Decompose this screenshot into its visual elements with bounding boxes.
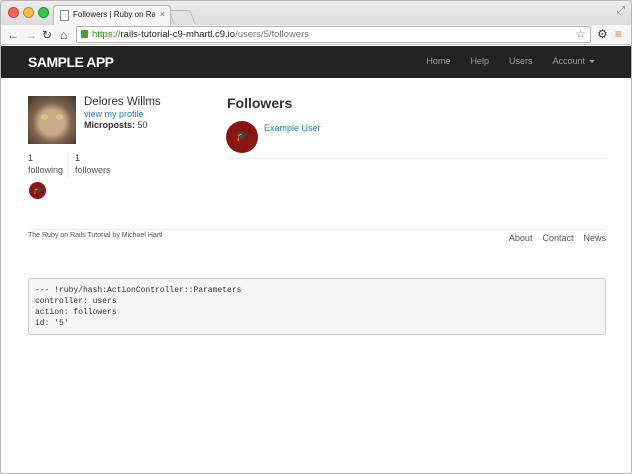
url-path: /users/5/followers [235,29,309,40]
brand-logo[interactable]: SAMPLE APP [28,54,114,70]
browser-window: Followers | Ruby on Rails T × ⤢ ← → ↻ ⌂ … [0,0,632,474]
minimize-window-button[interactable] [23,7,34,18]
divider [227,158,606,159]
new-tab-button[interactable] [168,10,196,24]
fullscreen-icon[interactable]: ⤢ [617,5,625,16]
back-icon[interactable]: ← [7,27,19,43]
maximize-window-button[interactable] [38,7,49,18]
nav-account[interactable]: Account [552,56,595,66]
avatar-eye [41,114,48,120]
avatar-eye [56,114,63,120]
follower-user-link[interactable]: Example User [264,123,321,133]
graduation-cap-icon: 🎓 [33,187,42,194]
microposts-count: Microposts: 50 [84,120,148,130]
url-scheme: https:// [92,29,121,40]
caret-down-icon [589,60,595,64]
gear-icon[interactable]: ⚙ [597,27,608,41]
stat-divider [68,152,69,178]
nav-account-label: Account [552,56,585,66]
nav-help[interactable]: Help [470,56,489,66]
profile-name: Delores Willms [84,96,161,108]
microposts-label: Microposts: [84,120,136,130]
footer-contact[interactable]: Contact [542,233,573,243]
microposts-value: 50 [137,120,148,130]
following-label[interactable]: following [28,165,63,175]
footer-links: About Contact News [509,233,606,243]
reload-icon[interactable]: ↻ [42,27,52,43]
title-bar: Followers | Ruby on Rails T × ⤢ [1,1,631,25]
view-profile-link[interactable]: view my profile [84,109,144,119]
address-bar[interactable]: https://rails-tutorial-c9-mhartl.c9.io/u… [76,26,591,43]
footer-divider [28,229,606,230]
browser-toolbar: ← → ↻ ⌂ https://rails-tutorial-c9-mhartl… [1,25,631,45]
home-icon[interactable]: ⌂ [60,27,67,43]
tab-title: Followers | Ruby on Rails T [73,10,155,19]
url-host: rails-tutorial-c9-mhartl.c9.io [120,29,236,40]
url-text[interactable]: https://rails-tutorial-c9-mhartl.c9.io/u… [92,29,309,40]
followers-label[interactable]: followers [75,165,111,175]
debug-line: --- !ruby/hash:ActionController::Paramet… [35,286,242,295]
page-icon [60,10,69,21]
close-window-button[interactable] [8,7,19,18]
lock-icon [81,30,88,38]
menu-icon[interactable]: ≡ [615,27,622,41]
graduation-cap-icon: 🎓 [235,131,249,142]
nav-users[interactable]: Users [509,56,533,66]
footer-news[interactable]: News [583,233,606,243]
page-content: SAMPLE APP Home Help Users Account Delor… [1,46,631,473]
debug-line: action: followers [35,308,117,317]
nav-links: Home Help Users Account [426,56,595,66]
forward-icon[interactable]: → [25,27,37,43]
follower-gravatar[interactable]: 🎓 [228,123,256,151]
debug-params: --- !ruby/hash:ActionController::Paramet… [28,278,606,335]
nav-home[interactable]: Home [426,56,450,66]
star-icon[interactable]: ☆ [575,27,586,41]
footer-credit[interactable]: The Ruby on Rails Tutorial by Michael Ha… [28,232,163,239]
site-navbar: SAMPLE APP Home Help Users Account [1,46,631,78]
following-count[interactable]: 1 [28,153,33,163]
footer-about[interactable]: About [509,233,533,243]
followers-count[interactable]: 1 [75,153,80,163]
browser-tab[interactable]: Followers | Ruby on Rails T × [53,5,171,25]
page-title: Followers [227,95,293,111]
following-gravatar[interactable]: 🎓 [29,182,46,199]
debug-line: controller: users [35,297,117,306]
avatar[interactable] [28,96,76,144]
tab-close-icon[interactable]: × [160,9,165,19]
debug-line: id: '5' [35,319,69,328]
